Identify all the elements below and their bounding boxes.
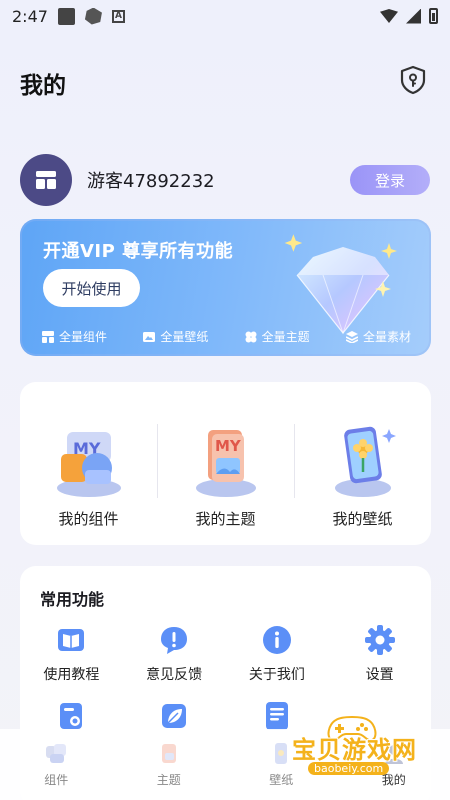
watermark-logo: 宝贝游戏网 baobeiy.com xyxy=(270,712,440,790)
battery-icon xyxy=(429,8,438,24)
my-wallpapers-item[interactable]: 我的壁纸 xyxy=(294,382,431,545)
wifi-icon xyxy=(380,9,398,23)
watermark-url: baobeiy.com xyxy=(308,762,390,775)
section-title: 常用功能 xyxy=(40,590,105,609)
signal-icon xyxy=(406,8,421,24)
image-icon xyxy=(143,331,156,342)
settings-button[interactable]: 设置 xyxy=(328,624,431,684)
info-icon xyxy=(262,626,291,654)
leaf-icon xyxy=(162,704,187,728)
screen-icon xyxy=(60,703,83,729)
widgets-icon xyxy=(42,330,54,343)
vip-feature-themes: 全量主题 xyxy=(245,328,310,345)
gear-icon xyxy=(364,625,395,655)
vip-feature-label: 全量组件 xyxy=(59,330,108,344)
my-widgets-illustration: MY xyxy=(56,432,121,497)
my-themes-illustration: MY xyxy=(195,430,256,497)
function-label: 设置 xyxy=(365,667,394,683)
app-notification-icon xyxy=(84,7,102,25)
my-badge-text: MY xyxy=(215,437,242,455)
asset-label: 我的主题 xyxy=(195,510,256,528)
function-label: 使用教程 xyxy=(43,667,100,683)
watermark-text: 宝贝游戏网 xyxy=(292,736,417,764)
vip-feature-materials: 全量素材 xyxy=(345,328,411,345)
asset-label: 我的壁纸 xyxy=(332,510,393,528)
notification-icon xyxy=(57,7,75,25)
asset-label: 我的组件 xyxy=(58,510,119,528)
vip-feature-label: 全量壁纸 xyxy=(160,330,209,344)
vip-banner[interactable]: 开通VIP 尊享所有功能 开始使用 全量组件 全量壁纸 全量主题 全量素材 xyxy=(20,219,431,356)
function-label: 意见反馈 xyxy=(146,667,203,683)
key-shield-icon[interactable] xyxy=(397,64,429,96)
layout-icon xyxy=(36,171,56,189)
my-assets-card: MY 我的组件 MY 我的主题 我的壁纸 xyxy=(20,382,431,545)
status-time: 2:47 xyxy=(12,6,48,26)
vip-features: 全量组件 全量壁纸 全量主题 全量素材 xyxy=(42,328,411,345)
vip-feature-label: 全量主题 xyxy=(261,330,310,344)
page-title: 我的 xyxy=(20,73,66,99)
function-label: 关于我们 xyxy=(248,667,305,683)
a-notification-icon: A xyxy=(111,9,125,23)
tab-label: 组件 xyxy=(44,773,69,787)
profile-row: 游客47892232 登录 xyxy=(20,153,430,207)
tab-widgets[interactable]: 组件 xyxy=(0,729,113,800)
vip-feature-label: 全量素材 xyxy=(362,330,411,344)
vip-feature-widgets: 全量组件 xyxy=(42,328,107,345)
vip-feature-wallpapers: 全量壁纸 xyxy=(143,328,208,345)
tab-themes[interactable]: 主题 xyxy=(113,729,226,800)
diamond-icon xyxy=(284,234,397,335)
tutorial-button[interactable]: 使用教程 xyxy=(20,624,123,684)
tab-label: 主题 xyxy=(156,773,181,787)
avatar[interactable] xyxy=(20,154,72,206)
about-us-button[interactable]: 关于我们 xyxy=(226,624,329,684)
username: 游客47892232 xyxy=(87,171,215,192)
clover-icon xyxy=(245,331,257,342)
book-icon xyxy=(58,629,85,651)
my-wallpapers-illustration xyxy=(334,426,396,497)
widgets-tab-icon xyxy=(46,744,67,763)
status-bar: 2:47 A xyxy=(0,0,450,32)
layers-icon xyxy=(345,330,358,343)
my-widgets-item[interactable]: MY 我的组件 xyxy=(20,382,157,545)
vip-start-button[interactable]: 开始使用 xyxy=(43,269,140,307)
themes-tab-icon xyxy=(161,744,176,763)
my-themes-item[interactable]: MY 我的主题 xyxy=(157,382,294,545)
login-button[interactable]: 登录 xyxy=(350,165,430,195)
feedback-button[interactable]: 意见反馈 xyxy=(123,624,226,684)
vip-title: 开通VIP 尊享所有功能 xyxy=(43,241,234,262)
feedback-icon xyxy=(161,627,188,654)
